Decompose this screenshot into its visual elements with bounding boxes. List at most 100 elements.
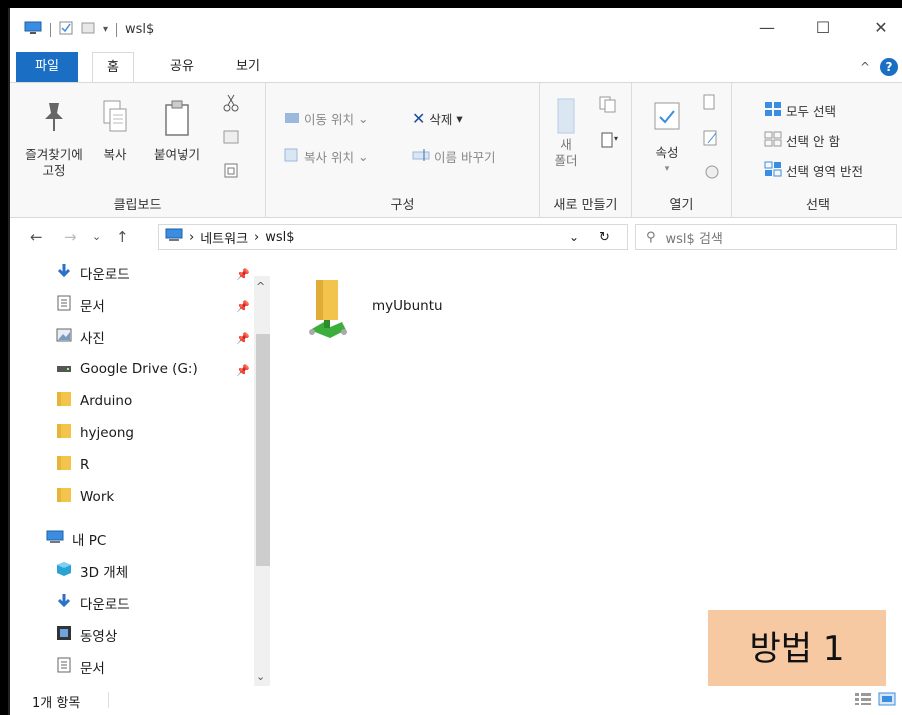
properties-check-icon <box>644 99 690 145</box>
nav-item-downloads[interactable]: 다운로드 <box>56 258 130 288</box>
edit-icon[interactable] <box>702 129 722 147</box>
paste-button[interactable]: 붙여넣기 <box>144 99 210 163</box>
invert-selection-label: 선택 영역 반전 <box>786 164 863 179</box>
breadcrumb-network[interactable]: 네트워크 <box>200 228 248 247</box>
breadcrumb-wsl[interactable]: wsl$ <box>265 230 294 245</box>
up-arrow-icon[interactable]: ↑ <box>116 228 129 246</box>
ribbon-tabs: 파일 홈 공유 보기 ^ ? <box>10 52 902 83</box>
nav-item-work[interactable]: Work <box>56 482 114 512</box>
toolbar-divider <box>50 22 51 37</box>
video-icon <box>56 625 72 645</box>
rename-button[interactable]: 이름 바꾸기 <box>412 147 495 166</box>
scroll-down-icon[interactable]: ⌄ <box>256 670 265 683</box>
nav-item-this-pc[interactable]: 내 PC <box>46 524 106 554</box>
chevron-down-icon: ⌄ <box>357 111 369 126</box>
new-item-icon[interactable] <box>598 95 620 113</box>
properties-icon[interactable] <box>59 21 73 38</box>
invert-selection-button[interactable]: 선택 영역 반전 <box>764 161 863 180</box>
download-icon <box>56 593 72 613</box>
new-folder-button[interactable]: 새 폴더 <box>546 97 586 169</box>
folder-icon <box>56 455 72 475</box>
breadcrumb-separator-icon: › <box>189 229 195 245</box>
pin-icon: 📌 <box>236 364 250 377</box>
move-to-button[interactable]: 이동 위치 ⌄ <box>284 109 368 128</box>
refresh-icon[interactable]: ↻ <box>599 230 610 245</box>
copy-to-button[interactable]: 복사 위치 ⌄ <box>284 147 368 166</box>
nav-item-google-drive[interactable]: Google Drive (G:) <box>56 354 198 384</box>
nav-item-documents-pc[interactable]: 문서 <box>56 652 105 682</box>
tab-share[interactable]: 공유 <box>156 52 208 82</box>
ribbon: 즐겨찾기에 고정 복사 붙여넣기 클립보드 이동 위치 ⌄ ✕ 삭제 ▾ 복사 … <box>10 82 902 219</box>
nav-item-arduino[interactable]: Arduino <box>56 386 132 416</box>
pin-to-quick-access-button[interactable]: 즐겨찾기에 고정 <box>18 99 90 179</box>
copy-button[interactable]: 복사 <box>92 99 138 163</box>
customize-dropdown-icon[interactable]: ▾ <box>103 24 108 35</box>
document-icon <box>56 295 72 315</box>
pin-icon: 📌 <box>236 300 250 313</box>
nav-item-label: Google Drive (G:) <box>80 361 198 377</box>
easy-access-icon[interactable]: ▾ <box>598 131 620 149</box>
select-all-button[interactable]: 모두 선택 <box>764 101 836 120</box>
collapse-ribbon-icon[interactable]: ^ <box>860 60 870 74</box>
paste-shortcut-icon[interactable] <box>222 161 240 179</box>
nav-item-videos[interactable]: 동영상 <box>56 620 117 650</box>
sidebar-scroll-thumb[interactable] <box>256 334 270 566</box>
nav-item-documents[interactable]: 문서 <box>56 290 105 320</box>
nav-item-pictures[interactable]: 사진 <box>56 322 105 352</box>
back-arrow-icon[interactable]: ← <box>30 228 43 246</box>
search-icon: ⚲ <box>646 229 656 245</box>
maximize-button[interactable]: ☐ <box>808 18 838 37</box>
large-icons-view-icon[interactable] <box>878 692 896 710</box>
nav-item-label: 동영상 <box>80 629 118 645</box>
history-icon[interactable] <box>702 163 722 181</box>
details-view-icon[interactable] <box>854 692 872 710</box>
breadcrumb-separator-icon: › <box>254 229 260 245</box>
nav-item-label: 문서 <box>80 299 105 315</box>
folder-icon <box>56 423 72 443</box>
address-bar[interactable]: › 네트워크 › wsl$ ⌄ ↻ <box>158 224 628 250</box>
address-dropdown-icon[interactable]: ⌄ <box>569 230 579 244</box>
nav-item-hyjeong[interactable]: hyjeong <box>56 418 134 448</box>
help-icon[interactable]: ? <box>880 58 898 76</box>
navigation-bar: ← → ⌄ ↑ › 네트워크 › wsl$ ⌄ ↻ ⚲ wsl$ 검색 <box>10 218 902 256</box>
pin-icon: 📌 <box>236 332 250 345</box>
copy-label: 복사 <box>103 147 127 162</box>
view-switcher <box>854 692 896 710</box>
cut-icon[interactable] <box>222 93 240 113</box>
search-box[interactable]: ⚲ wsl$ 검색 <box>635 224 897 250</box>
title-bar: ▾ wsl$ — ☐ ✕ <box>10 8 902 52</box>
search-placeholder: wsl$ 검색 <box>665 231 723 247</box>
invert-selection-icon <box>764 161 782 180</box>
copy-path-icon[interactable] <box>222 129 240 145</box>
tab-file[interactable]: 파일 <box>16 52 78 82</box>
chevron-down-icon: ⌄ <box>357 149 369 164</box>
new-folder-icon[interactable] <box>81 21 95 38</box>
forward-arrow-icon[interactable]: → <box>64 228 77 246</box>
select-none-button[interactable]: 선택 안 함 <box>764 131 840 150</box>
copy-to-label: 복사 위치 <box>304 150 354 165</box>
close-button[interactable]: ✕ <box>866 18 896 37</box>
select-none-label: 선택 안 함 <box>786 134 840 149</box>
navigation-pane: 다운로드 📌 문서 📌 사진 📌 Google Drive (G:) 📌 Ard… <box>10 256 270 686</box>
recent-locations-icon[interactable]: ⌄ <box>92 230 101 243</box>
nav-item-3d-objects[interactable]: 3D 개체 <box>56 556 128 586</box>
tab-home[interactable]: 홈 <box>92 52 134 83</box>
paste-label: 붙여넣기 <box>153 147 200 162</box>
move-to-icon <box>284 110 300 127</box>
computer-icon[interactable] <box>24 21 42 38</box>
delete-label: 삭제 <box>429 112 453 127</box>
properties-button[interactable]: 속성 ▾ <box>644 99 690 177</box>
scroll-up-icon[interactable]: ^ <box>256 280 265 293</box>
open-icon[interactable] <box>702 93 722 111</box>
tab-view[interactable]: 보기 <box>222 52 274 82</box>
minimize-button[interactable]: — <box>752 18 782 37</box>
file-item[interactable]: myUbuntu <box>302 276 443 351</box>
delete-icon: ✕ <box>412 109 426 128</box>
nav-item-r[interactable]: R <box>56 450 89 480</box>
delete-button[interactable]: ✕ 삭제 ▾ <box>412 109 463 128</box>
drive-icon <box>56 361 72 377</box>
nav-item-downloads-pc[interactable]: 다운로드 <box>56 588 130 618</box>
select-group: 모두 선택 선택 안 함 선택 영역 반전 선택 <box>732 83 902 219</box>
new-group: 새 폴더 ▾ 새로 만들기 <box>540 83 632 219</box>
nav-item-label: 내 PC <box>72 533 107 549</box>
